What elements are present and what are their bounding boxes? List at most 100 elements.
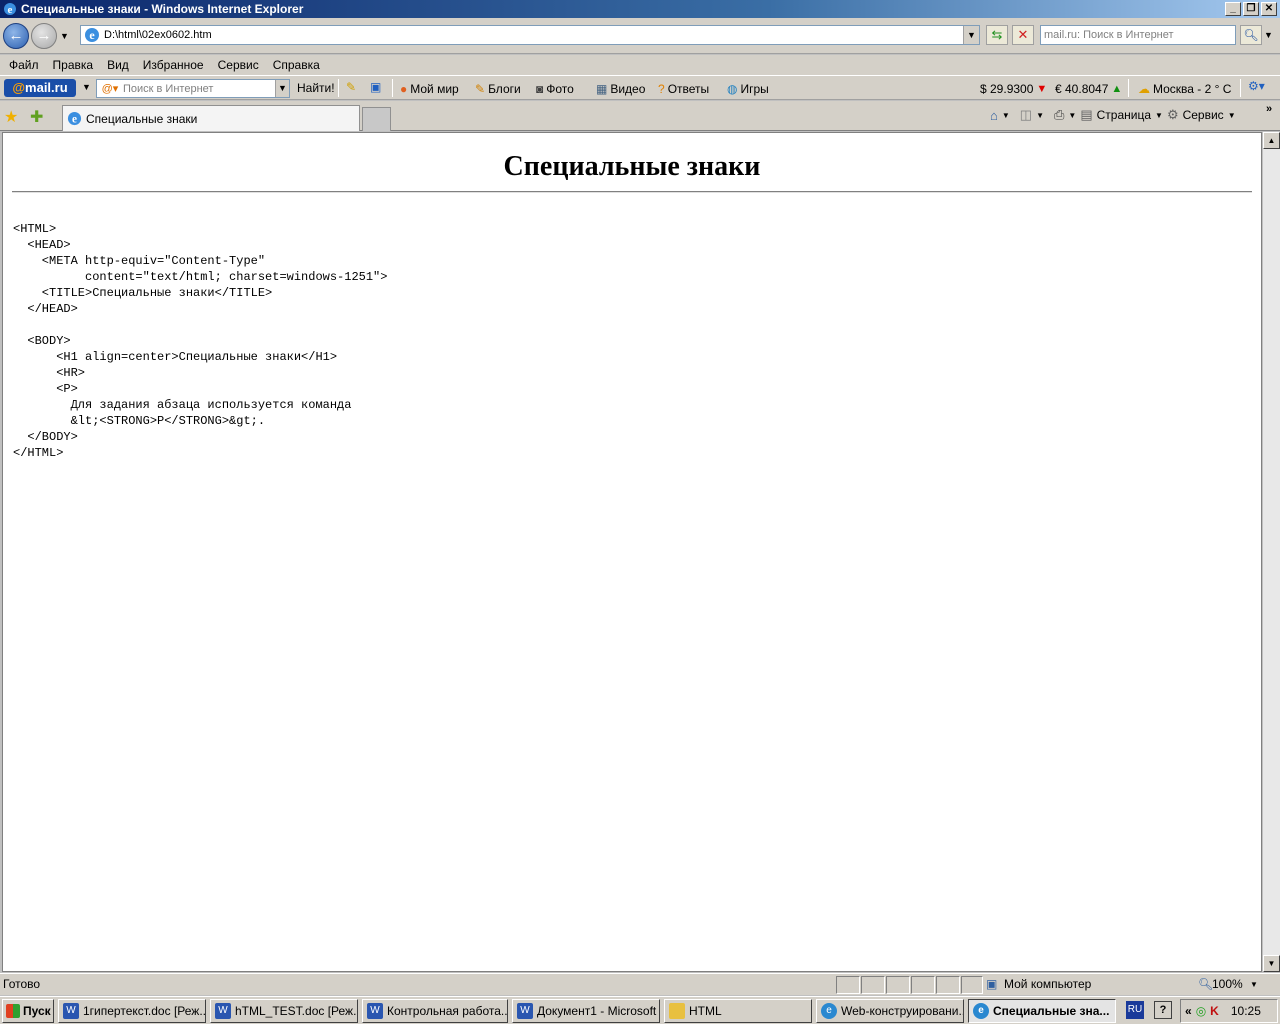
page-menu-icon[interactable]: ▤ bbox=[1080, 107, 1092, 123]
recent-pages-dropdown-icon[interactable]: ▼ bbox=[60, 31, 69, 41]
search-button[interactable]: 🔍︎ bbox=[1240, 25, 1262, 45]
zoom-icon[interactable]: 🔍︎ bbox=[1198, 977, 1213, 991]
taskbar-item[interactable]: W 1гипертекст.doc [Реж... bbox=[58, 999, 206, 1023]
mailru-search-icon[interactable]: @▾ bbox=[97, 82, 123, 95]
refresh-button[interactable]: ⇆ bbox=[986, 25, 1008, 45]
eur-rate[interactable]: € 40.8047 ▲ bbox=[1055, 79, 1122, 98]
menu-tools[interactable]: Сервис bbox=[211, 58, 266, 72]
status-panel bbox=[936, 976, 960, 994]
tab-active[interactable]: e Специальные знаки bbox=[62, 105, 360, 131]
home-dropdown-icon[interactable]: ▼ bbox=[1002, 111, 1010, 120]
scrollbar-track[interactable] bbox=[1263, 149, 1280, 955]
toolbar-options-icon[interactable]: ⚙▾ bbox=[1248, 79, 1265, 93]
menu-view[interactable]: Вид bbox=[100, 58, 136, 72]
taskbar-item-label: 1гипертекст.doc [Реж... bbox=[83, 1004, 206, 1018]
menu-help[interactable]: Справка bbox=[266, 58, 327, 72]
usd-rate[interactable]: $ 29.9300 ▼ bbox=[980, 79, 1047, 98]
back-button[interactable]: ← bbox=[3, 23, 29, 49]
page-heading: Специальные знаки bbox=[503, 151, 761, 182]
link-label: Фото bbox=[546, 81, 574, 96]
search-options-dropdown-icon[interactable]: ▼ bbox=[1264, 30, 1273, 40]
weather-widget[interactable]: ☁ Москва - 2 ° C bbox=[1138, 79, 1231, 98]
feeds-icon[interactable]: ◫ bbox=[1020, 107, 1032, 123]
moy-mir-icon: ● bbox=[400, 81, 408, 96]
scroll-down-icon[interactable]: ▼ bbox=[1263, 955, 1280, 972]
taskbar-item[interactable]: W Документ1 - Microsoft ... bbox=[512, 999, 660, 1023]
tray-expand-icon[interactable]: « bbox=[1185, 1004, 1192, 1018]
status-text: Готово bbox=[3, 977, 41, 991]
zoom-level[interactable]: 100% bbox=[1212, 977, 1243, 991]
scroll-up-icon[interactable]: ▲ bbox=[1263, 132, 1280, 149]
page-menu-button[interactable]: Страница bbox=[1097, 108, 1151, 122]
menu-favorites[interactable]: Избранное bbox=[136, 58, 211, 72]
tools-menu-button[interactable]: Сервис bbox=[1183, 108, 1224, 122]
clock[interactable]: 10:25 bbox=[1231, 1004, 1261, 1018]
taskbar-item[interactable]: HTML bbox=[664, 999, 812, 1023]
link-label: Видео bbox=[610, 81, 646, 96]
new-tab-button[interactable] bbox=[362, 107, 391, 131]
home-icon[interactable]: ⌂ bbox=[990, 108, 998, 123]
link-foto[interactable]: ◙ Фото bbox=[536, 79, 574, 98]
stop-button[interactable]: ✕ bbox=[1012, 25, 1034, 45]
mailru-menu-dropdown-icon[interactable]: ▼ bbox=[82, 82, 91, 92]
status-panel bbox=[961, 976, 983, 994]
taskbar-item[interactable]: WhTML_TEST.doc [Реж... bbox=[210, 999, 358, 1023]
link-moy-mir[interactable]: ● Мой мир bbox=[400, 79, 459, 98]
tools-menu-dropdown-icon[interactable]: ▼ bbox=[1228, 111, 1236, 120]
start-button[interactable]: Пуск bbox=[2, 999, 54, 1023]
link-blogi[interactable]: ✎ Блоги bbox=[475, 79, 521, 98]
address-dropdown-icon[interactable]: ▼ bbox=[963, 26, 979, 44]
taskbar-item[interactable]: W Контрольная работа... bbox=[362, 999, 508, 1023]
menu-file[interactable]: Файл bbox=[2, 58, 46, 72]
vertical-scrollbar[interactable]: ▲ ▼ bbox=[1262, 132, 1280, 972]
page-icon: e bbox=[85, 28, 99, 42]
status-bar: Готово ▣ Мой компьютер 🔍︎ 100% ▼ bbox=[0, 973, 1280, 995]
language-indicator[interactable]: RU bbox=[1126, 1001, 1144, 1019]
word-icon: W bbox=[63, 1003, 79, 1019]
address-text[interactable]: D:\html\02ex0602.htm bbox=[104, 29, 963, 41]
favorites-star-icon[interactable]: ★ bbox=[4, 107, 18, 127]
add-favorite-icon[interactable]: ✚ bbox=[30, 107, 43, 127]
link-video[interactable]: ▦ Видео bbox=[596, 79, 645, 98]
taskbar-item[interactable]: e Web-конструировани... bbox=[816, 999, 964, 1023]
zoom-dropdown-icon[interactable]: ▼ bbox=[1250, 980, 1258, 989]
ie-page-icon: e bbox=[67, 111, 82, 125]
search-input[interactable]: mail.ru: Поиск в Интернет bbox=[1040, 25, 1236, 45]
network-icon[interactable]: ◎ bbox=[1196, 1004, 1206, 1018]
forward-button[interactable]: → bbox=[31, 23, 57, 49]
system-tray: « ◎ K 10:25 bbox=[1180, 999, 1278, 1023]
code-listing: <HTML> <HEAD> <META http-equiv="Content-… bbox=[13, 222, 388, 460]
mailru-find-button[interactable]: Найти! bbox=[297, 81, 335, 95]
page-viewport: Специальные знаки <HTML> <HEAD> <META ht… bbox=[2, 132, 1262, 972]
word-icon: W bbox=[367, 1003, 383, 1019]
camera-icon: ◙ bbox=[536, 81, 544, 96]
word-icon: W bbox=[215, 1003, 231, 1019]
taskbar-item-active[interactable]: e Специальные зна... bbox=[968, 999, 1116, 1023]
help-icon[interactable]: ? bbox=[1154, 1001, 1172, 1019]
chevron-more-icon[interactable]: » bbox=[1266, 103, 1272, 115]
mailru-search-input[interactable]: @▾ Поиск в Интернет ▼ bbox=[96, 79, 290, 98]
security-zone-text: Мой компьютер bbox=[1004, 977, 1092, 991]
highlight-icon[interactable]: ✎ bbox=[346, 80, 356, 94]
feeds-dropdown-icon[interactable]: ▼ bbox=[1036, 111, 1044, 120]
link-otvety[interactable]: ? Ответы bbox=[658, 79, 709, 98]
mailru-search-dropdown-icon[interactable]: ▼ bbox=[275, 80, 289, 97]
link-igry[interactable]: ◍ Игры bbox=[727, 79, 769, 98]
maximize-button[interactable]: ❐ bbox=[1243, 2, 1259, 16]
page-menu-dropdown-icon[interactable]: ▼ bbox=[1155, 111, 1163, 120]
mailru-logo[interactable]: @mail.ru bbox=[4, 79, 76, 97]
menu-edit[interactable]: Правка bbox=[46, 58, 101, 72]
svg-text:e: e bbox=[89, 28, 95, 42]
print-icon[interactable]: ⎙ bbox=[1054, 107, 1064, 123]
print-dropdown-icon[interactable]: ▼ bbox=[1068, 111, 1076, 120]
menu-bar: Файл Правка Вид Избранное Сервис Справка bbox=[0, 55, 1280, 75]
popup-blocker-icon[interactable]: ▣ bbox=[370, 80, 381, 94]
link-label: Игры bbox=[740, 81, 769, 96]
ie-icon: e bbox=[821, 1003, 837, 1019]
address-bar[interactable]: e D:\html\02ex0602.htm ▼ bbox=[80, 25, 980, 45]
gear-icon[interactable]: ⚙ bbox=[1167, 107, 1179, 123]
close-button[interactable]: ✕ bbox=[1261, 2, 1277, 16]
toolbar-divider bbox=[1128, 79, 1129, 97]
antivirus-icon[interactable]: K bbox=[1210, 1004, 1219, 1018]
minimize-button[interactable]: _ bbox=[1225, 2, 1241, 16]
